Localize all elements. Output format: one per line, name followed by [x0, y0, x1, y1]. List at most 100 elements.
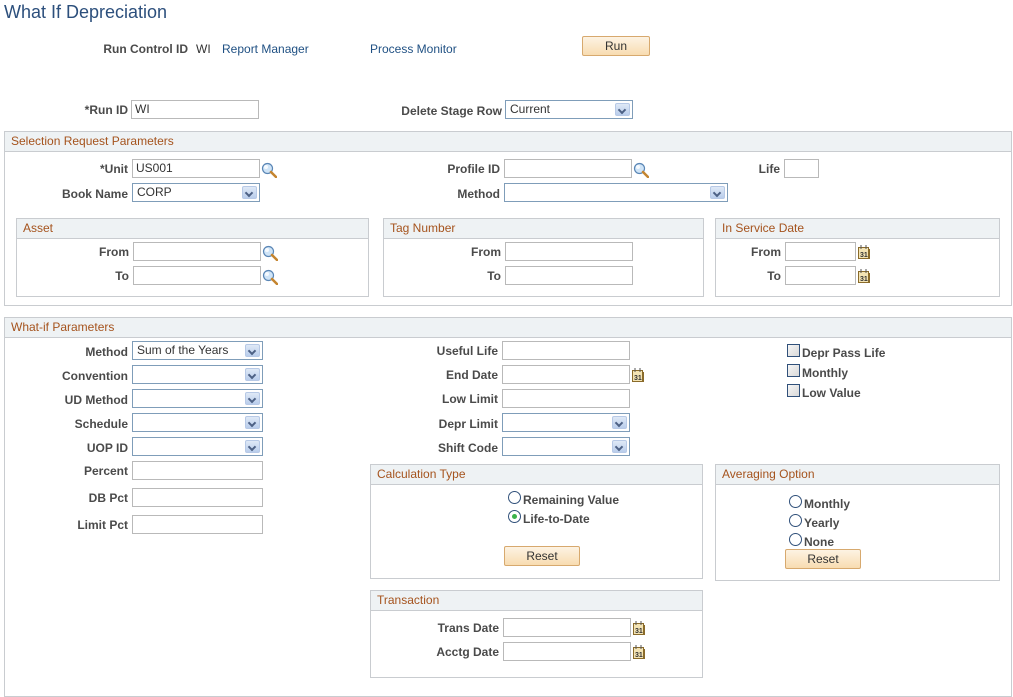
tag-from-label: From: [471, 245, 501, 259]
delete-stage-value: Current: [510, 102, 551, 116]
low-value-label: Low Value: [802, 386, 861, 400]
delete-stage-label: Delete Stage Row: [401, 104, 502, 118]
depr-pass-life-label: Depr Pass Life: [802, 346, 886, 360]
monthly-label: Monthly: [802, 366, 848, 380]
ud-method-select[interactable]: [132, 389, 263, 408]
process-monitor-link[interactable]: Process Monitor: [370, 42, 457, 56]
method-select[interactable]: [504, 183, 728, 202]
avg-none-radio[interactable]: [789, 533, 802, 546]
end-date-label: End Date: [445, 368, 498, 382]
db-pct-label: DB Pct: [88, 491, 128, 505]
averaging-option-header: Averaging Option: [716, 465, 999, 485]
low-value-checkbox[interactable]: [787, 384, 800, 397]
useful-life-input[interactable]: [502, 341, 630, 360]
monthly-checkbox[interactable]: [787, 364, 800, 377]
percent-label: Percent: [83, 464, 128, 478]
asset-from-lookup-icon[interactable]: [262, 245, 278, 261]
wi-method-select[interactable]: Sum of the Years: [132, 341, 263, 360]
run-control-value: WI: [196, 42, 211, 56]
percent-input[interactable]: [132, 461, 263, 480]
run-id-label: *Run ID: [84, 103, 128, 117]
depr-pass-life-checkbox[interactable]: [787, 344, 800, 357]
page-title: What If Depreciation: [4, 2, 168, 22]
what-if-section-header: What-if Parameters: [5, 318, 1011, 338]
avg-monthly-radio[interactable]: [789, 495, 802, 508]
remaining-value-radio[interactable]: [508, 491, 521, 504]
uop-id-label: UOP ID: [86, 441, 128, 455]
life-input[interactable]: [784, 159, 819, 178]
asset-from-label: From: [99, 245, 129, 259]
unit-lookup-icon[interactable]: [261, 162, 277, 178]
avg-monthly-label: Monthly: [804, 497, 850, 511]
acctg-date-label: Acctg Date: [436, 645, 499, 659]
tag-number-header: Tag Number: [384, 219, 703, 239]
service-to-input[interactable]: [785, 266, 856, 285]
avg-yearly-radio[interactable]: [789, 514, 802, 527]
trans-date-input[interactable]: [503, 618, 631, 637]
depr-limit-label: Depr Limit: [438, 417, 498, 431]
service-from-input[interactable]: [785, 242, 856, 261]
tag-to-label: To: [487, 269, 501, 283]
book-name-select[interactable]: CORP: [132, 183, 260, 202]
transaction-header: Transaction: [371, 591, 702, 611]
trans-date-label: Trans Date: [437, 621, 499, 635]
schedule-select[interactable]: [132, 413, 263, 432]
schedule-label: Schedule: [74, 417, 128, 431]
low-limit-input[interactable]: [502, 389, 630, 408]
asset-header: Asset: [17, 219, 368, 239]
asset-to-input[interactable]: [133, 266, 261, 285]
avg-reset-button[interactable]: Reset: [785, 549, 861, 569]
chevron-down-icon: [245, 368, 260, 381]
service-to-label: To: [767, 269, 781, 283]
life-to-date-label: Life-to-Date: [523, 512, 590, 526]
chevron-down-icon: [245, 440, 260, 453]
run-control-label: Run Control ID: [103, 42, 188, 56]
chevron-down-icon: [242, 186, 257, 199]
service-from-calendar-icon[interactable]: [858, 245, 870, 259]
end-date-input[interactable]: [502, 365, 630, 384]
depr-limit-select[interactable]: [502, 413, 630, 432]
wi-method-value: Sum of the Years: [137, 343, 229, 357]
chevron-down-icon: [245, 392, 260, 405]
shift-code-select[interactable]: [502, 437, 630, 456]
asset-to-lookup-icon[interactable]: [262, 269, 278, 285]
service-to-calendar-icon[interactable]: [858, 269, 870, 283]
delete-stage-select[interactable]: Current: [505, 100, 633, 119]
selection-section-header: Selection Request Parameters: [5, 132, 1011, 152]
book-name-value: CORP: [137, 185, 172, 199]
tag-to-input[interactable]: [505, 266, 633, 285]
service-from-label: From: [751, 245, 781, 259]
run-button[interactable]: Run: [582, 36, 650, 56]
life-label: Life: [758, 162, 780, 176]
tag-from-input[interactable]: [505, 242, 633, 261]
chevron-down-icon: [710, 186, 725, 199]
unit-input[interactable]: US001: [132, 159, 260, 178]
acctg-date-input[interactable]: [503, 642, 631, 661]
trans-date-calendar-icon[interactable]: [633, 621, 645, 635]
unit-label: *Unit: [100, 162, 128, 176]
calc-reset-button[interactable]: Reset: [504, 546, 580, 566]
avg-none-label: None: [804, 535, 834, 549]
chevron-down-icon: [245, 416, 260, 429]
in-service-date-header: In Service Date: [716, 219, 999, 239]
low-limit-label: Low Limit: [442, 392, 498, 406]
asset-to-label: To: [115, 269, 129, 283]
shift-code-label: Shift Code: [438, 441, 498, 455]
chevron-down-icon: [615, 103, 630, 116]
limit-pct-input[interactable]: [132, 515, 263, 534]
asset-from-input[interactable]: [133, 242, 261, 261]
report-manager-link[interactable]: Report Manager: [222, 42, 309, 56]
uop-id-select[interactable]: [132, 437, 263, 456]
chevron-down-icon: [612, 416, 627, 429]
limit-pct-label: Limit Pct: [77, 518, 128, 532]
profile-id-input[interactable]: [504, 159, 632, 178]
ud-method-label: UD Method: [64, 393, 128, 407]
life-to-date-radio[interactable]: [508, 510, 521, 523]
acctg-date-calendar-icon[interactable]: [633, 645, 645, 659]
profile-lookup-icon[interactable]: [633, 162, 649, 178]
convention-select[interactable]: [132, 365, 263, 384]
db-pct-input[interactable]: [132, 488, 263, 507]
run-id-input[interactable]: WI: [131, 100, 259, 119]
wi-method-label: Method: [85, 345, 128, 359]
end-date-calendar-icon[interactable]: [632, 368, 644, 382]
